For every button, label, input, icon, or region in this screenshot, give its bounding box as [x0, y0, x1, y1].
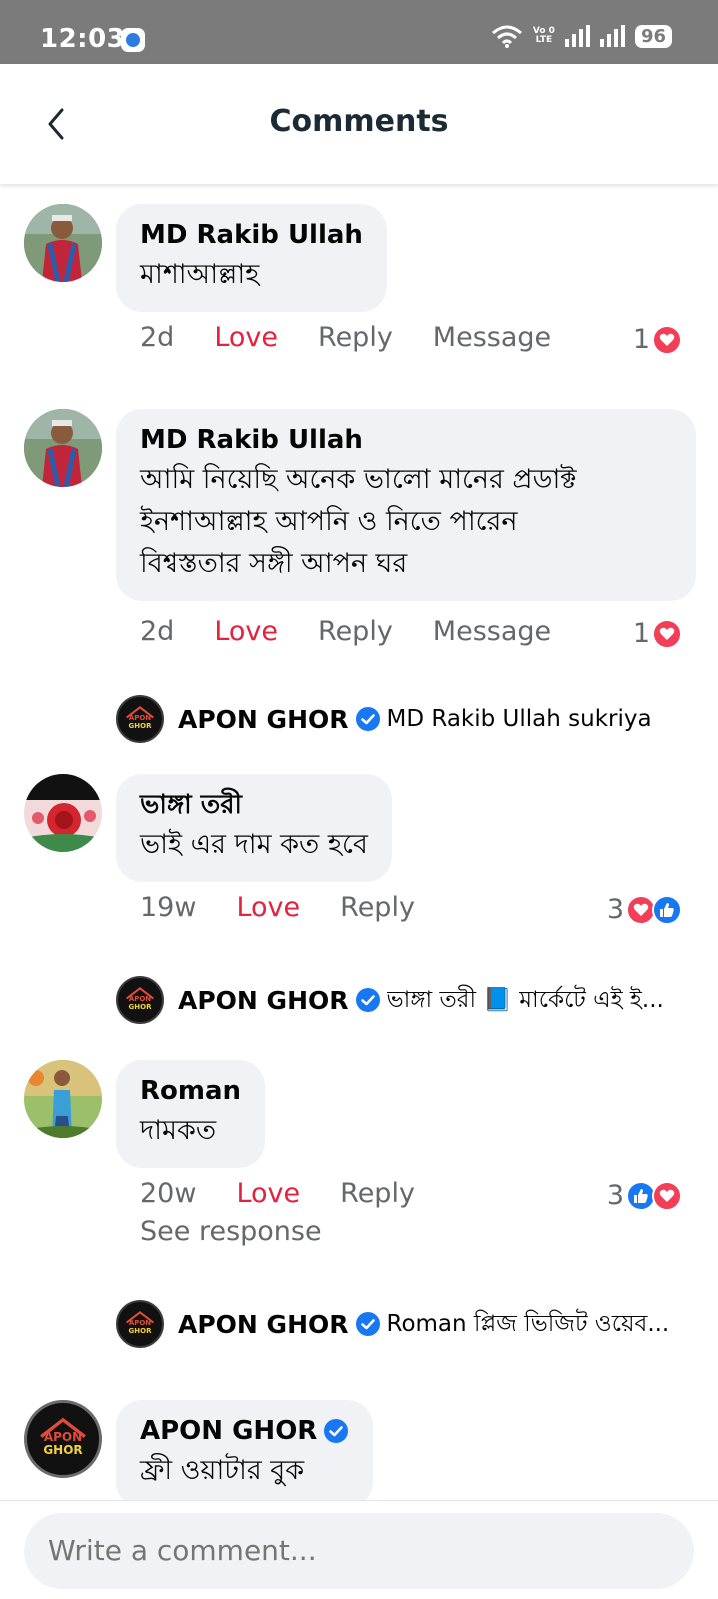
comment-author[interactable]: ভাঙ্গা তরী [140, 788, 368, 822]
comment-text: ফ্রী ওয়াটার বুক [140, 1455, 305, 1486]
love-button[interactable]: Love [214, 616, 278, 647]
reply-button[interactable]: Reply [340, 1178, 415, 1209]
reply-text: MD Rakib Ullah sukriya [386, 706, 652, 732]
reply-text: ভাঙ্গা তরী 📘 মার্কেটে এই ই... [386, 986, 664, 1013]
reply-preview[interactable]: APON GHOR APON GHOR MD Rakib Ullah sukri… [116, 695, 696, 743]
write-comment-input[interactable] [24, 1513, 694, 1589]
reaction-summary[interactable]: 3 [607, 1180, 682, 1211]
page-logo: APON GHOR [116, 695, 164, 743]
volte-indicator: Vo 0 LTE [532, 26, 555, 45]
page-logo: APON GHOR [116, 976, 164, 1024]
reply-preview[interactable]: APON GHOR APON GHOR Roman প্লিজ ভিজিট ওয… [116, 1300, 696, 1348]
comment-author[interactable]: MD Rakib Ullah [140, 218, 363, 252]
comment-time: 20w [140, 1178, 197, 1209]
app-notification-icon [121, 28, 145, 52]
like-reaction-icon [652, 894, 682, 925]
avatar[interactable] [24, 774, 102, 852]
reaction-summary[interactable]: 3 [607, 894, 682, 925]
reaction-count: 1 [632, 618, 650, 649]
comments-list[interactable]: MD Rakib Ullah মাশাআল্লাহ 2d Love Reply … [0, 184, 718, 1500]
status-time: 12:03 [40, 24, 126, 54]
comment-text: মাশাআল্লাহ [140, 259, 260, 290]
page-title: Comments [269, 104, 449, 139]
love-button[interactable]: Love [236, 892, 300, 923]
comment-text-line: আমি নিয়েছি অনেক ভালো মানের প্রডাক্ট [140, 464, 577, 495]
reaction-summary[interactable]: 1 [633, 324, 682, 355]
signal-icon-1 [564, 25, 590, 47]
signal-icon-2 [599, 25, 625, 47]
reply-button[interactable]: Reply [318, 616, 393, 647]
avatar[interactable] [24, 409, 102, 487]
message-button[interactable]: Message [433, 616, 551, 647]
see-response-link[interactable]: See response [140, 1216, 322, 1247]
battery-indicator: 96 [634, 24, 672, 48]
comment-bubble[interactable]: MD Rakib Ullah মাশাআল্লাহ [116, 204, 387, 312]
logo-text: GHOR [43, 1443, 83, 1458]
reaction-count: 3 [606, 894, 624, 925]
reply-author[interactable]: APON GHOR [178, 1310, 349, 1339]
page-logo: APON GHOR [116, 1300, 164, 1348]
comment-bubble[interactable]: APON GHOR ফ্রী ওয়াটার বুক [116, 1400, 374, 1500]
reply-author[interactable]: APON GHOR [178, 705, 349, 734]
reply-author[interactable]: APON GHOR [178, 986, 349, 1015]
verified-badge-icon [355, 707, 380, 731]
heart-reaction-icon [652, 324, 682, 355]
reply-text: Roman প্লিজ ভিজিট ওয়েব... [386, 1310, 670, 1337]
comment-text: ভাই এর দাম কত হবে [140, 829, 368, 860]
comment-time: 2d [140, 616, 175, 647]
reaction-count: 3 [606, 1180, 624, 1211]
comment-composer [0, 1500, 718, 1599]
comment-text: দামকত [140, 1115, 217, 1146]
reply-button[interactable]: Reply [340, 892, 415, 923]
comment-bubble[interactable]: Roman দামকত [116, 1060, 266, 1168]
reply-button[interactable]: Reply [318, 322, 393, 353]
love-button[interactable]: Love [214, 322, 278, 353]
comment-author[interactable]: Roman [140, 1074, 241, 1108]
comment-author[interactable]: APON GHOR [140, 1414, 349, 1448]
wifi-icon [491, 25, 522, 48]
avatar[interactable] [24, 204, 102, 282]
reaction-count: 1 [632, 324, 650, 355]
heart-reaction-icon [652, 1180, 682, 1211]
comment-text-line: ইনশাআল্লাহ আপনি ও নিতে পারেন [140, 506, 518, 537]
header: Comments [0, 64, 718, 184]
status-bar: 12:03 Vo 0 LTE 96 [0, 0, 718, 64]
heart-reaction-icon [652, 618, 682, 649]
reply-preview[interactable]: APON GHOR APON GHOR ভাঙ্গা তরী 📘 মার্কেট… [116, 976, 696, 1024]
avatar[interactable]: APON GHOR [24, 1400, 102, 1478]
verified-badge-icon [355, 988, 380, 1012]
verified-badge-icon [324, 1419, 349, 1443]
avatar[interactable] [24, 1060, 102, 1138]
logo-text: APON [43, 1430, 83, 1445]
comment-author[interactable]: MD Rakib Ullah [140, 423, 672, 457]
comment-bubble[interactable]: ভাঙ্গা তরী ভাই এর দাম কত হবে [116, 774, 392, 882]
message-button[interactable]: Message [433, 322, 551, 353]
comment-time: 19w [140, 892, 197, 923]
love-button[interactable]: Love [236, 1178, 300, 1209]
comment-text-line: বিশ্বস্ততার সঙ্গী আপন ঘর [140, 548, 408, 579]
comment-time: 2d [140, 322, 175, 353]
comment-bubble[interactable]: MD Rakib Ullah আমি নিয়েছি অনেক ভালো মান… [116, 409, 696, 601]
verified-badge-icon [355, 1312, 380, 1336]
reaction-summary[interactable]: 1 [633, 618, 682, 649]
